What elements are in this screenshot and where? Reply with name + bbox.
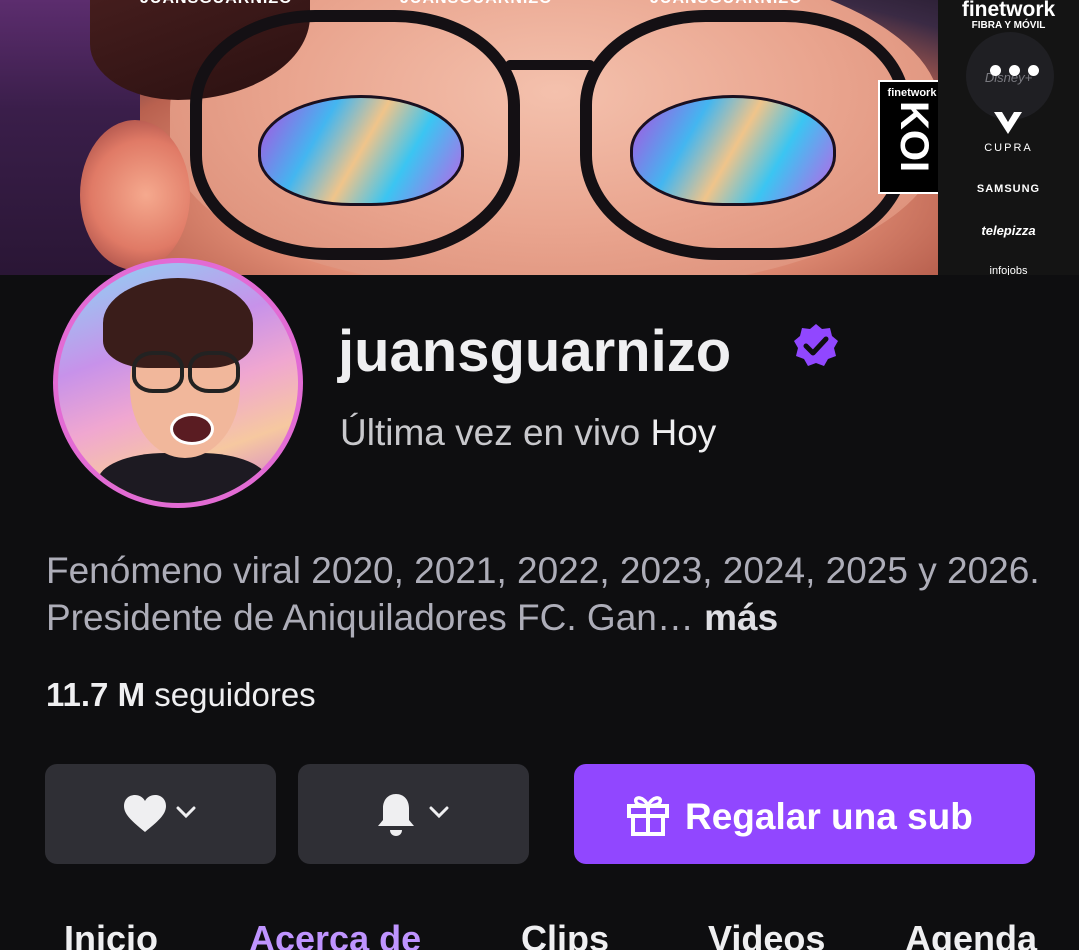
sponsor-telepizza: telepizza <box>981 223 1036 238</box>
bio-text: Fenómeno viral 2020, 2021, 2022, 2023, 2… <box>46 550 1040 638</box>
follow-button[interactable] <box>45 764 276 864</box>
sponsor-infojobs: infojobs <box>989 265 1028 275</box>
banner-social-twitter: JUANSGUARNIZO <box>400 0 553 8</box>
sponsor-cupra: CUPRA <box>984 142 1033 154</box>
sponsor-fibra: FIBRA Y MÓVIL <box>971 20 1046 31</box>
followers-label: seguidores <box>145 676 316 713</box>
sponsor-finetwork: finetwork <box>961 0 1056 21</box>
channel-bio: Fenómeno viral 2020, 2021, 2022, 2023, 2… <box>46 547 1046 641</box>
channel-banner: JUANSGUARNIZO JUANSGUARNIZO JUANSGUARNIZ… <box>0 0 1079 275</box>
cupra-logo-icon <box>994 112 1022 134</box>
gift-icon <box>627 796 669 836</box>
banner-ear <box>80 120 190 270</box>
koi-brand: finetwork <box>887 87 937 99</box>
avatar[interactable] <box>53 258 303 508</box>
banner-socials: JUANSGUARNIZO JUANSGUARNIZO JUANSGUARNIZ… <box>90 0 850 12</box>
tab-acerca-de[interactable]: Acerca de <box>249 918 421 950</box>
tab-agenda[interactable]: Agenda <box>905 918 1037 950</box>
tab-clips[interactable]: Clips <box>521 918 609 950</box>
followers-number: 11.7 M <box>46 676 146 713</box>
heart-icon <box>124 795 166 832</box>
last-live-value: Hoy <box>650 412 717 453</box>
gift-sub-label: Regalar una sub <box>685 796 973 837</box>
koi-logo: finetwork KOI <box>878 80 946 194</box>
tab-inicio[interactable]: Inicio <box>64 918 158 950</box>
sponsor-panel: finetwork FIBRA Y MÓVIL Disney+ CUPRA SA… <box>938 0 1079 275</box>
followers-count: 11.7 M seguidores <box>46 676 316 714</box>
last-live-label: Última vez en vivo <box>340 412 651 453</box>
chevron-down-icon <box>176 806 196 819</box>
channel-tabs: Inicio Acerca de Clips Videos Agenda <box>0 912 1079 950</box>
tab-videos[interactable]: Videos <box>708 918 825 950</box>
chevron-down-icon <box>429 806 449 819</box>
bell-icon <box>378 794 414 836</box>
last-live-status: Última vez en vivo Hoy <box>340 412 716 454</box>
verified-badge-icon <box>794 324 838 366</box>
banner-eye-right <box>630 95 836 206</box>
channel-username: juansguarnizo <box>338 319 732 384</box>
notifications-button[interactable] <box>298 764 529 864</box>
banner-social-instagram: JUANSGUARNIZO <box>650 0 803 8</box>
avatar-image <box>58 263 298 503</box>
banner-eye-left <box>258 95 464 206</box>
bio-more-link[interactable]: más <box>704 597 778 638</box>
banner-glasses-bridge <box>505 60 595 70</box>
sponsor-samsung: SAMSUNG <box>976 183 1041 195</box>
more-dots-icon <box>990 65 1040 79</box>
banner-social-youtube: JUANSGUARNIZO <box>140 0 293 8</box>
gift-sub-button[interactable]: Regalar una sub <box>574 764 1035 864</box>
